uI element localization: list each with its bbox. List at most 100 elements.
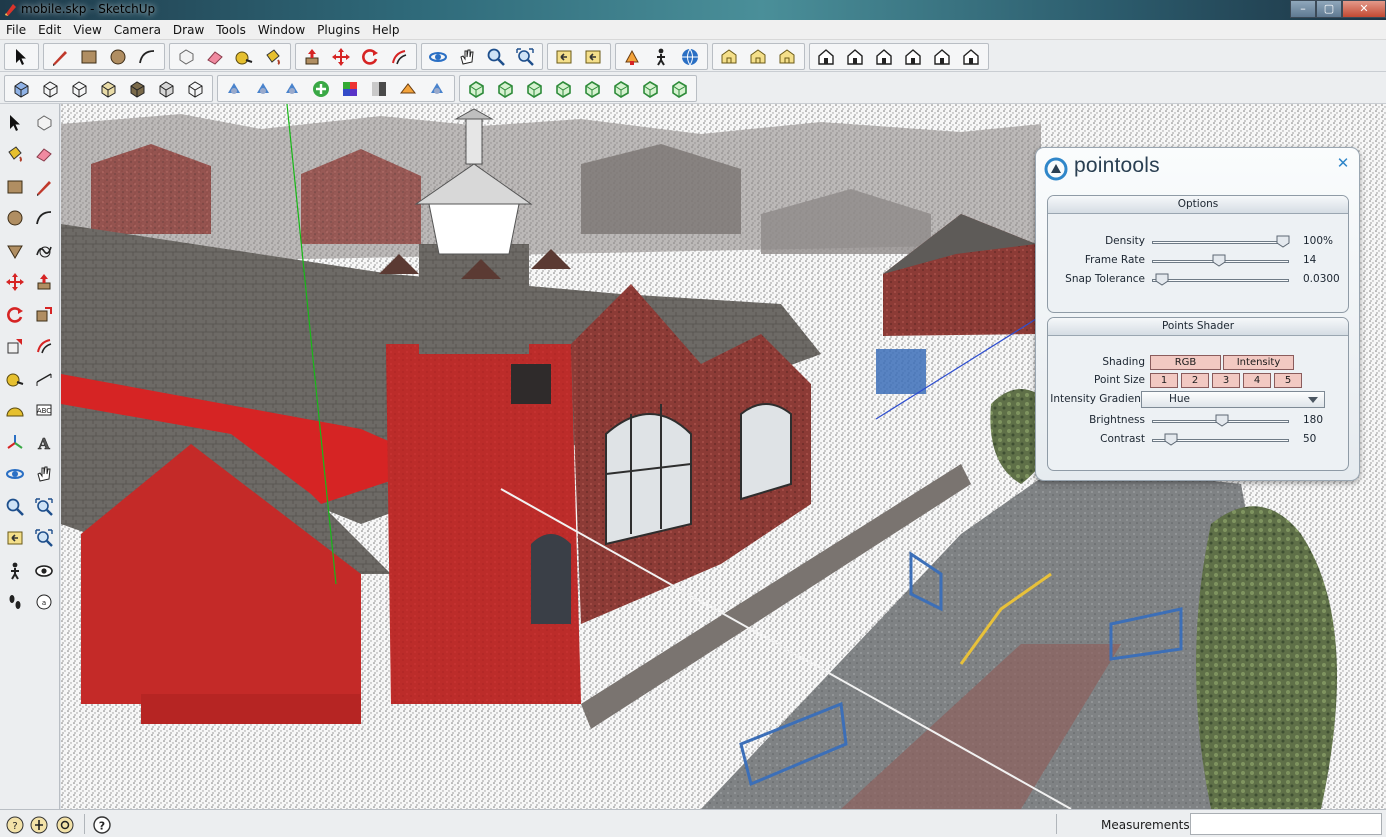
frame-rate-slider-thumb[interactable] <box>1212 254 1226 267</box>
zoom-extents-icon[interactable] <box>31 525 57 551</box>
geo-location-icon[interactable]: ? <box>6 816 24 834</box>
pencil-line-icon[interactable] <box>31 174 57 200</box>
left-view-icon[interactable] <box>958 45 984 69</box>
menu-file[interactable]: File <box>0 20 32 39</box>
intensity-gradient-select[interactable]: Hue <box>1141 391 1325 408</box>
pointools-rgb-icon[interactable] <box>337 77 363 101</box>
polygon-icon[interactable] <box>2 238 28 264</box>
menu-draw[interactable]: Draw <box>167 20 210 39</box>
component-export-icon[interactable] <box>666 77 692 101</box>
3d-text-icon[interactable]: A <box>31 430 57 456</box>
pointools-layers-icon[interactable] <box>279 77 305 101</box>
pointools-add-icon[interactable] <box>308 77 334 101</box>
scale-icon[interactable] <box>2 333 28 359</box>
pencil-line-icon[interactable] <box>47 45 73 69</box>
axes-icon[interactable] <box>2 430 28 456</box>
point-size-5-button[interactable]: 5 <box>1274 373 1302 388</box>
shaded-textures-icon[interactable] <box>124 77 150 101</box>
user-account-icon[interactable] <box>56 816 74 834</box>
top-view-icon[interactable] <box>842 45 868 69</box>
component-select-icon[interactable] <box>579 77 605 101</box>
orbit-icon[interactable] <box>2 461 28 487</box>
rectangle-icon[interactable] <box>76 45 102 69</box>
density-slider[interactable] <box>1152 241 1289 244</box>
rotate-icon[interactable] <box>2 302 28 328</box>
measurements-input[interactable] <box>1190 813 1382 835</box>
make-component-icon[interactable] <box>173 45 199 69</box>
sketchup-app-icon[interactable] <box>3 2 18 17</box>
shaded-icon[interactable] <box>95 77 121 101</box>
right-view-icon[interactable] <box>900 45 926 69</box>
eraser-icon[interactable] <box>31 141 57 167</box>
protractor-icon[interactable] <box>2 397 28 423</box>
walk-icon[interactable] <box>648 45 674 69</box>
pan-hand-icon[interactable] <box>454 45 480 69</box>
position-camera-icon[interactable] <box>619 45 645 69</box>
next-view-icon[interactable] <box>580 45 606 69</box>
share-model-icon[interactable] <box>716 45 742 69</box>
front-view-icon[interactable] <box>871 45 897 69</box>
make-component-icon[interactable] <box>31 110 57 136</box>
menu-tools[interactable]: Tools <box>210 20 252 39</box>
pointools-intensity-icon[interactable] <box>395 77 421 101</box>
move-icon[interactable] <box>2 269 28 295</box>
menu-edit[interactable]: Edit <box>32 20 67 39</box>
menu-view[interactable]: View <box>67 20 107 39</box>
component-stack-icon[interactable] <box>550 77 576 101</box>
pan-hand-icon[interactable] <box>31 461 57 487</box>
component-paint-icon[interactable] <box>608 77 634 101</box>
minimize-button[interactable]: – <box>1290 0 1316 18</box>
component-delete-icon[interactable] <box>637 77 663 101</box>
zoom-extents-icon[interactable] <box>512 45 538 69</box>
iso-view-icon[interactable] <box>813 45 839 69</box>
back-edges-icon[interactable] <box>182 77 208 101</box>
dimension-icon[interactable] <box>31 366 57 392</box>
close-button[interactable]: ✕ <box>1342 0 1386 18</box>
zoom-icon[interactable] <box>483 45 509 69</box>
pointools-close-icon[interactable]: ✕ <box>1335 155 1351 171</box>
component-outline-icon[interactable] <box>463 77 489 101</box>
maximize-button[interactable]: ▢ <box>1316 0 1342 18</box>
tape-measure-icon[interactable] <box>2 366 28 392</box>
component-check-icon[interactable] <box>521 77 547 101</box>
hidden-line-icon[interactable] <box>66 77 92 101</box>
shading-intensity-button[interactable]: Intensity <box>1223 355 1294 370</box>
rectangle-icon[interactable] <box>2 174 28 200</box>
help-icon[interactable]: ? <box>93 816 111 834</box>
point-size-4-button[interactable]: 4 <box>1243 373 1271 388</box>
rotate-icon[interactable] <box>357 45 383 69</box>
pointools-plain-icon[interactable] <box>366 77 392 101</box>
menu-window[interactable]: Window <box>252 20 311 39</box>
menu-plugins[interactable]: Plugins <box>311 20 366 39</box>
follow-me-icon[interactable] <box>31 302 57 328</box>
menu-camera[interactable]: Camera <box>108 20 167 39</box>
monochrome-icon[interactable] <box>153 77 179 101</box>
wireframe-icon[interactable] <box>37 77 63 101</box>
zoom-window-icon[interactable] <box>31 494 57 520</box>
look-around-icon[interactable] <box>31 558 57 584</box>
shading-rgb-button[interactable]: RGB <box>1150 355 1221 370</box>
previous-view-icon[interactable] <box>2 525 28 551</box>
move-icon[interactable] <box>328 45 354 69</box>
freehand-icon[interactable] <box>31 238 57 264</box>
point-size-1-button[interactable]: 1 <box>1150 373 1178 388</box>
push-pull-icon[interactable] <box>299 45 325 69</box>
pointools-clip-icon[interactable] <box>424 77 450 101</box>
previous-view-icon[interactable] <box>551 45 577 69</box>
walk-icon[interactable] <box>2 558 28 584</box>
point-size-2-button[interactable]: 2 <box>1181 373 1209 388</box>
menu-help[interactable]: Help <box>366 20 405 39</box>
offset-icon[interactable] <box>31 333 57 359</box>
text-icon[interactable]: ABC <box>31 397 57 423</box>
share-component-icon[interactable] <box>745 45 771 69</box>
get-models-icon[interactable] <box>677 45 703 69</box>
arc-icon[interactable] <box>134 45 160 69</box>
section-plane-icon[interactable]: a <box>31 589 57 615</box>
circle-icon[interactable] <box>2 205 28 231</box>
component-solid-icon[interactable] <box>492 77 518 101</box>
xray-icon[interactable] <box>8 77 34 101</box>
orbit-icon[interactable] <box>425 45 451 69</box>
select-arrow-icon[interactable] <box>2 110 28 136</box>
get-photo-texture-icon[interactable] <box>774 45 800 69</box>
point-size-3-button[interactable]: 3 <box>1212 373 1240 388</box>
